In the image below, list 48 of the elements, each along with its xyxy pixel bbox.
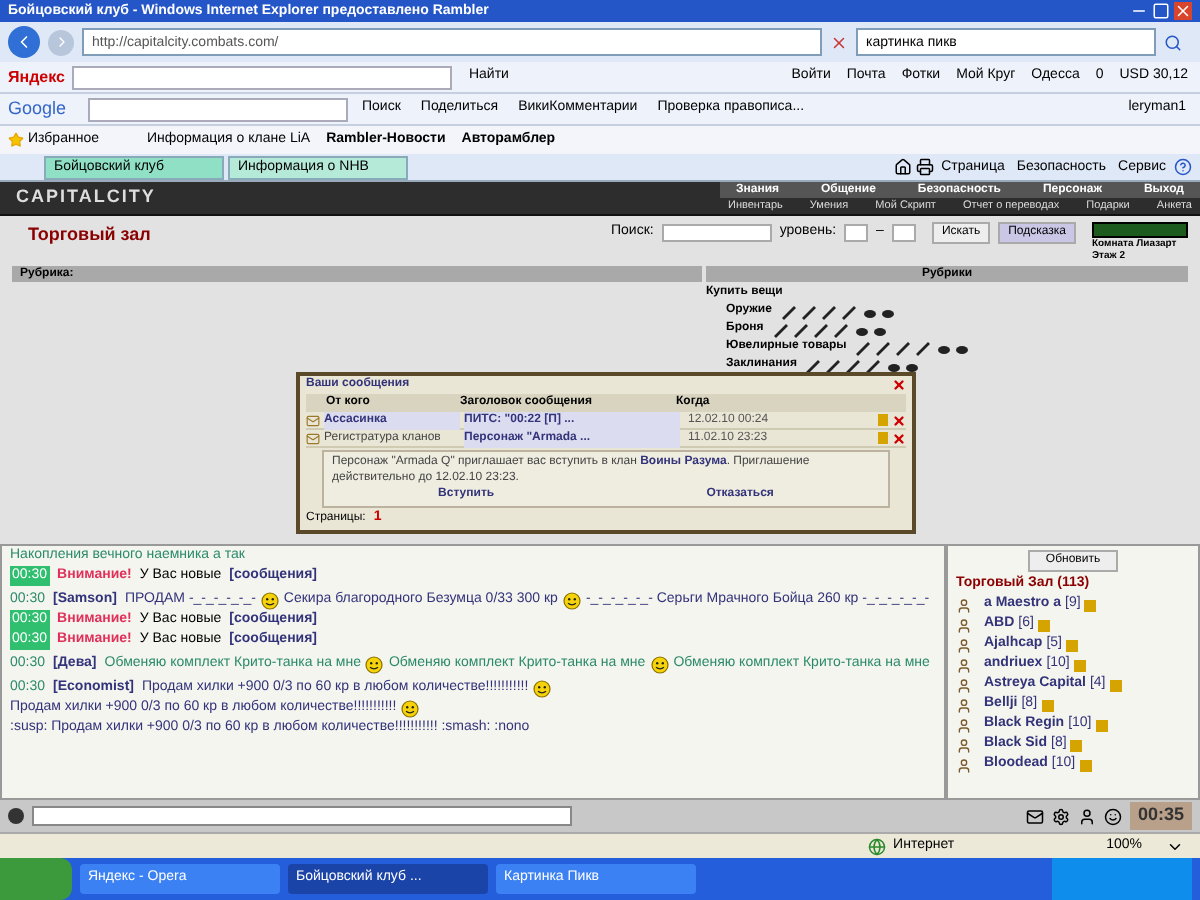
back-button[interactable] — [8, 26, 40, 58]
user-icon — [956, 737, 972, 753]
user-icon — [956, 677, 972, 693]
user-icon — [956, 617, 972, 633]
user-icon — [956, 657, 972, 673]
close-button[interactable] — [892, 378, 906, 392]
maximize-icon — [1152, 2, 1170, 20]
mail-icon — [1025, 807, 1044, 825]
page-title: Торговый зал — [28, 222, 151, 248]
user-icon — [956, 637, 972, 653]
search-icon — [1164, 33, 1182, 51]
start-button[interactable] — [0, 858, 72, 900]
smiley-icon — [400, 699, 421, 717]
delete-icon[interactable] — [892, 431, 906, 445]
stop-icon — [830, 33, 848, 51]
shop-search-field[interactable] — [661, 224, 772, 242]
smiley-icon — [649, 655, 670, 673]
user-icon — [956, 697, 972, 713]
envelope-icon — [306, 431, 320, 445]
google-search-field[interactable] — [88, 97, 348, 121]
user-icon — [956, 597, 972, 613]
print-icon — [915, 158, 934, 176]
yandex-logo: Яндекс — [8, 65, 65, 89]
home-icon — [893, 158, 912, 176]
user-icon — [956, 757, 972, 773]
clock: 00:35 — [1137, 802, 1184, 829]
smile-icon — [1103, 807, 1122, 825]
game-logo: CAPITALCITY — [14, 184, 158, 211]
smiley-icon — [259, 591, 280, 609]
google-logo: Google — [8, 95, 69, 122]
person-icon — [1077, 807, 1096, 825]
tray-area — [1052, 858, 1192, 900]
level-min-field[interactable] — [844, 224, 869, 242]
user-icon — [956, 717, 972, 733]
envelope-icon — [306, 413, 320, 427]
level-max-field[interactable] — [891, 224, 916, 242]
delete-icon[interactable] — [892, 413, 906, 427]
smiley-icon — [532, 679, 553, 697]
help-icon — [1174, 158, 1192, 176]
smiley-icon — [364, 655, 385, 673]
chat-input[interactable] — [32, 806, 572, 826]
smiley-icon — [561, 591, 582, 609]
close-icon — [1174, 2, 1192, 20]
return-button[interactable] — [1092, 222, 1188, 238]
forward-button[interactable] — [48, 29, 74, 55]
yandex-search-field[interactable] — [72, 65, 453, 89]
settings-icon — [1051, 807, 1070, 825]
star-icon — [8, 132, 24, 148]
